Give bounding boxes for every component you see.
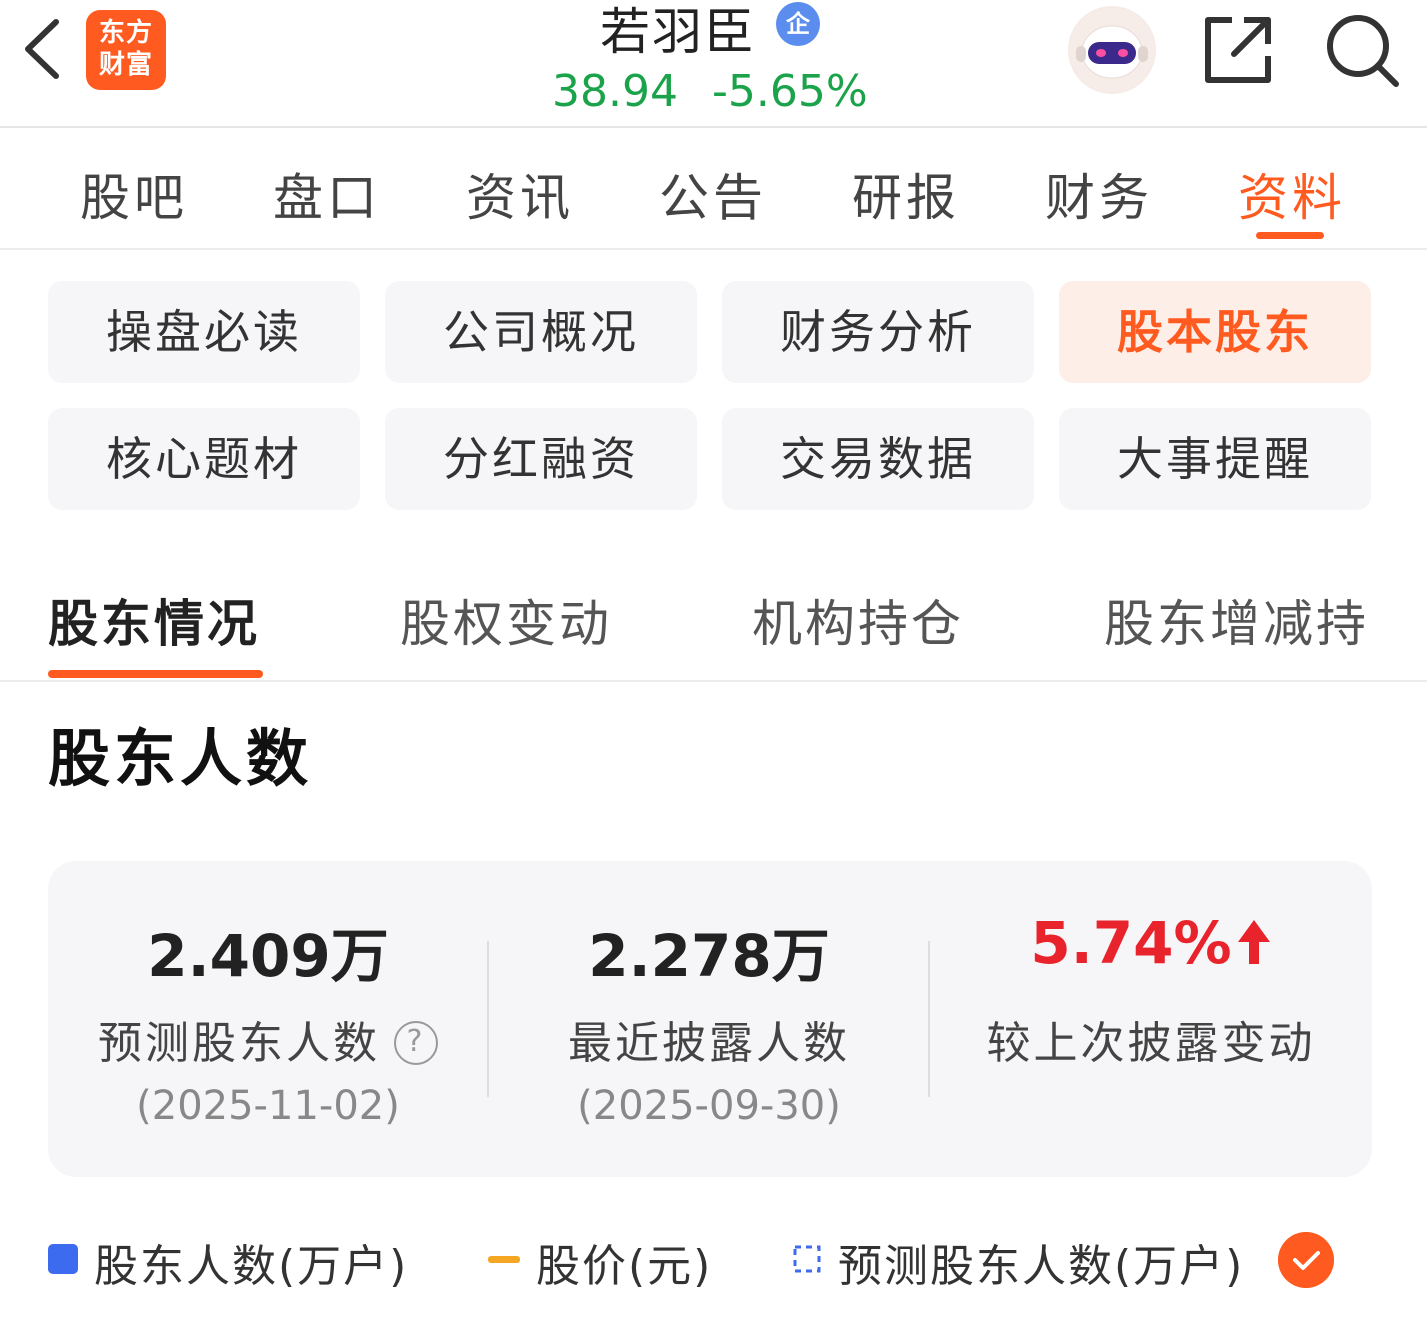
question-circle-icon[interactable]: ? bbox=[394, 1021, 438, 1065]
btn-trading-must-read[interactable]: 操盘必读 bbox=[48, 281, 360, 383]
latest-holders-date: (2025-09-30) bbox=[577, 1083, 841, 1129]
main-tab-bar: 股吧 盘口 资讯 公告 研报 财务 资料 bbox=[0, 128, 1427, 250]
tab-research[interactable]: 研报 bbox=[852, 158, 960, 230]
btn-financial-analysis[interactable]: 财务分析 bbox=[722, 281, 1034, 383]
latest-holders-value: 2.278万 bbox=[588, 922, 830, 990]
stat-predicted: 2.409万 预测股东人数? (2025-11-02) bbox=[48, 861, 488, 1177]
search-icon[interactable] bbox=[1322, 10, 1402, 90]
share-icon[interactable] bbox=[1200, 12, 1276, 88]
top-bar: 东方 财富 若羽臣 企 38.94 -5.65% bbox=[0, 0, 1427, 128]
check-icon[interactable] bbox=[1278, 1232, 1334, 1288]
section-title: 股东人数 bbox=[48, 722, 313, 795]
enterprise-badge: 企 bbox=[776, 2, 820, 46]
holders-change-value: 5.74% bbox=[1030, 909, 1232, 977]
tab-announcements[interactable]: 公告 bbox=[659, 158, 767, 230]
stock-price: 38.94 bbox=[552, 66, 678, 117]
tab-pankou[interactable]: 盘口 bbox=[273, 158, 381, 230]
chevron-left-icon[interactable] bbox=[18, 14, 68, 84]
logo-text-bottom: 财富 bbox=[98, 50, 153, 80]
btn-major-events[interactable]: 大事提醒 bbox=[1059, 408, 1371, 510]
holders-change-value-row: 5.74% bbox=[930, 909, 1372, 977]
predicted-holders-label-row: 预测股东人数? bbox=[48, 1007, 488, 1071]
stat-change: 5.74% 较上次披露变动 bbox=[930, 861, 1372, 1177]
stock-change-percent: -5.65% bbox=[712, 66, 868, 117]
legend-swatch-price bbox=[488, 1256, 520, 1263]
subtab-institutional-holdings[interactable]: 机构持仓 bbox=[752, 584, 964, 656]
predicted-holders-value: 2.409万 bbox=[147, 922, 389, 990]
chart-legend: 股东人数(万户) 股价(元) 预测股东人数(万户) bbox=[0, 1222, 1427, 1302]
active-subtab-indicator bbox=[48, 670, 263, 678]
subtab-holder-increase-decrease[interactable]: 股东增减持 bbox=[1104, 584, 1369, 656]
btn-dividends-financing[interactable]: 分红融资 bbox=[385, 408, 697, 510]
predicted-holders-date: (2025-11-02) bbox=[136, 1083, 400, 1129]
legend-swatch-predicted bbox=[793, 1245, 821, 1273]
subtab-shareholder-status[interactable]: 股东情况 bbox=[48, 584, 260, 656]
logo-text-top: 东方 bbox=[98, 18, 153, 48]
stat-latest: 2.278万 最近披露人数 (2025-09-30) bbox=[489, 861, 929, 1177]
btn-share-capital-holders[interactable]: 股本股东 bbox=[1059, 281, 1371, 383]
tab-profile[interactable]: 资料 bbox=[1238, 158, 1346, 230]
legend-holders[interactable]: 股东人数(万户) bbox=[94, 1230, 408, 1294]
legend-predicted[interactable]: 预测股东人数(万户) bbox=[838, 1230, 1244, 1294]
subtab-equity-changes[interactable]: 股权变动 bbox=[400, 584, 612, 656]
tab-news[interactable]: 资讯 bbox=[466, 158, 574, 230]
holders-change-label: 较上次披露变动 bbox=[986, 1018, 1316, 1069]
stock-profile-page: 东方 财富 若羽臣 企 38.94 -5.65% 股吧 盘口 资讯 公告 研报 … bbox=[0, 0, 1427, 1343]
btn-trading-data[interactable]: 交易数据 bbox=[722, 408, 1034, 510]
stock-name: 若羽臣 bbox=[600, 3, 756, 61]
arrow-up-icon bbox=[1237, 919, 1270, 964]
tab-guba[interactable]: 股吧 bbox=[80, 158, 188, 230]
btn-company-overview[interactable]: 公司概况 bbox=[385, 281, 697, 383]
latest-holders-label: 最近披露人数 bbox=[568, 1018, 850, 1069]
legend-price[interactable]: 股价(元) bbox=[536, 1230, 712, 1294]
app-logo[interactable]: 东方 财富 bbox=[86, 10, 166, 90]
shareholder-stats-card: 2.409万 预测股东人数? (2025-11-02) 2.278万 最近披露人… bbox=[48, 861, 1372, 1177]
predicted-holders-label: 预测股东人数 bbox=[98, 1018, 380, 1069]
tab-finance[interactable]: 财务 bbox=[1045, 158, 1153, 230]
active-tab-indicator bbox=[1256, 232, 1324, 239]
ai-assistant-robot-icon[interactable] bbox=[1068, 6, 1156, 94]
btn-core-themes[interactable]: 核心题材 bbox=[48, 408, 360, 510]
sub-tab-bar: 股东情况 股权变动 机构持仓 股东增减持 bbox=[0, 560, 1427, 682]
